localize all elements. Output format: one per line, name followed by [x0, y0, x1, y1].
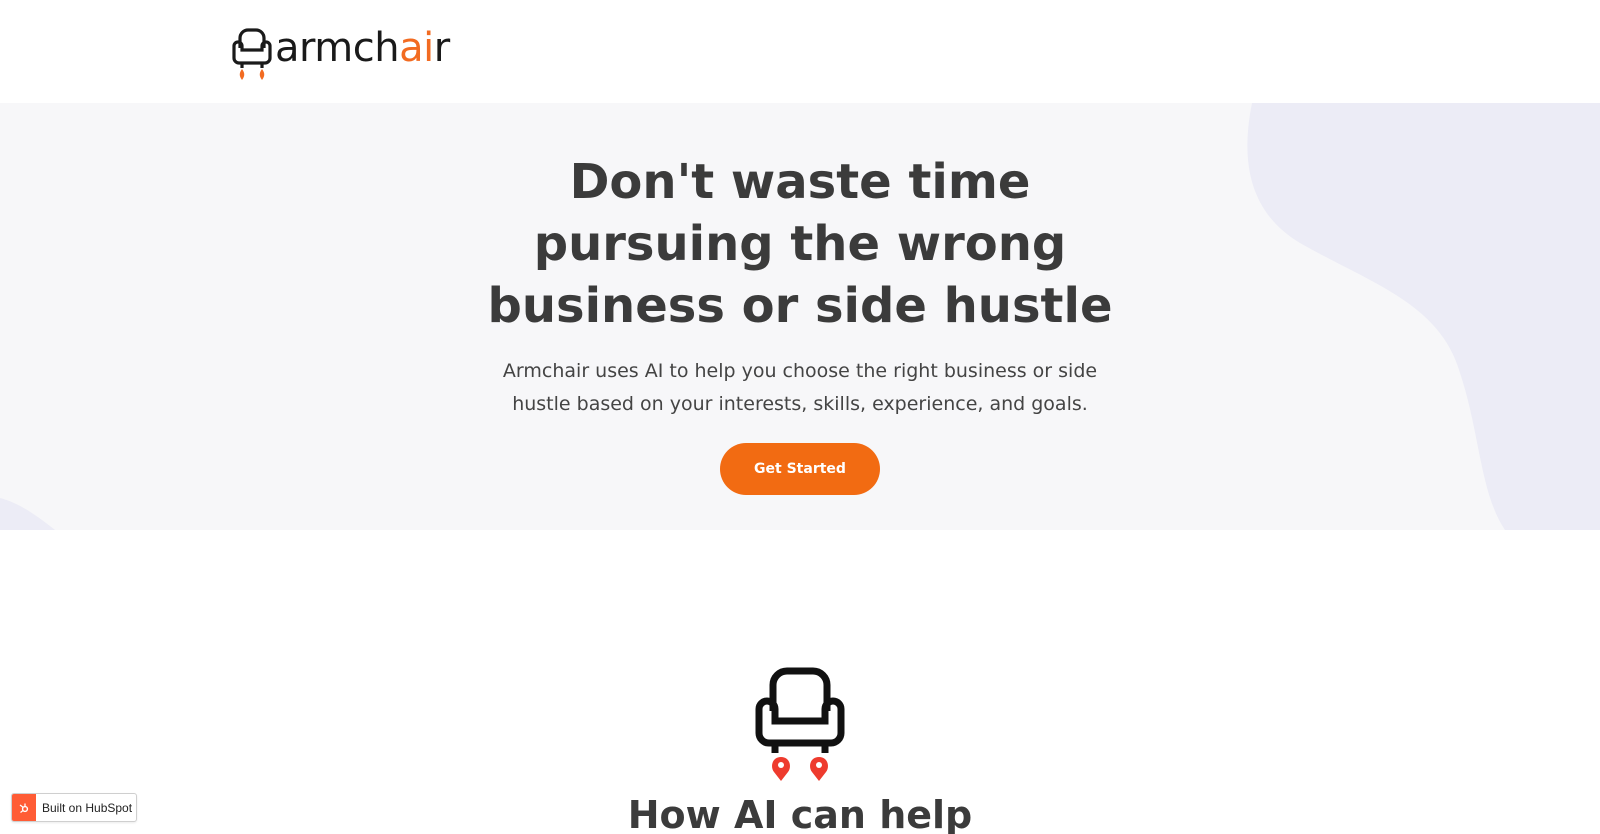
site-header: armchair [0, 0, 1600, 103]
armchair-rocket-icon [232, 28, 272, 80]
armchair-logo[interactable]: armchair [230, 26, 450, 84]
hero-title: Don't waste time pursuing the wrong busi… [487, 154, 1113, 334]
hero-subtitle: Armchair uses AI to help you choose the … [502, 360, 1098, 415]
logo-wordmark-tail: r [433, 25, 450, 71]
logo-wordmark-main: armch [275, 25, 400, 71]
how-ai-helps-section: How AI can help [0, 530, 1600, 834]
hero-section: Don't waste time pursuing the wrong busi… [0, 103, 1600, 530]
section-title: How AI can help [627, 793, 973, 834]
logo-wordmark-accent: ai [399, 25, 434, 71]
built-on-hubspot-badge[interactable]: Built on HubSpot [11, 793, 137, 822]
badge-label: Built on HubSpot [42, 800, 133, 815]
armchair-rocket-icon [755, 667, 845, 781]
get-started-button[interactable]: Get Started [720, 443, 880, 495]
logo-wordmark: armchair [275, 28, 450, 68]
hubspot-sprocket-icon [12, 794, 36, 821]
